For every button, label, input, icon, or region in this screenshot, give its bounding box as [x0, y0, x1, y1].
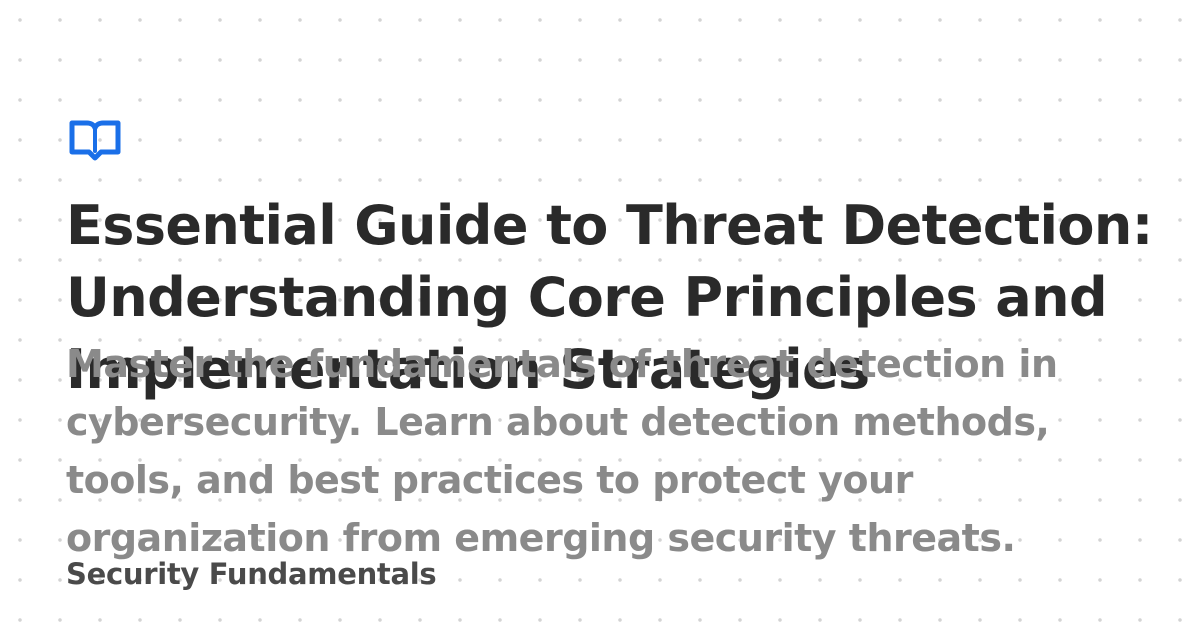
- description-line: tools, and best practices to protect you…: [66, 458, 913, 502]
- title-line: Understanding Core Principles and: [66, 266, 1108, 329]
- title-line: Essential Guide to Threat Detection:: [66, 194, 1153, 257]
- description-line: Master the fundamentals of threat detect…: [66, 342, 1058, 386]
- description-line: cybersecurity. Learn about detection met…: [66, 400, 1050, 444]
- category-label: Security Fundamentals: [66, 557, 437, 591]
- description: Master the fundamentals of threat detect…: [66, 335, 1176, 567]
- book-open-icon: [68, 119, 122, 161]
